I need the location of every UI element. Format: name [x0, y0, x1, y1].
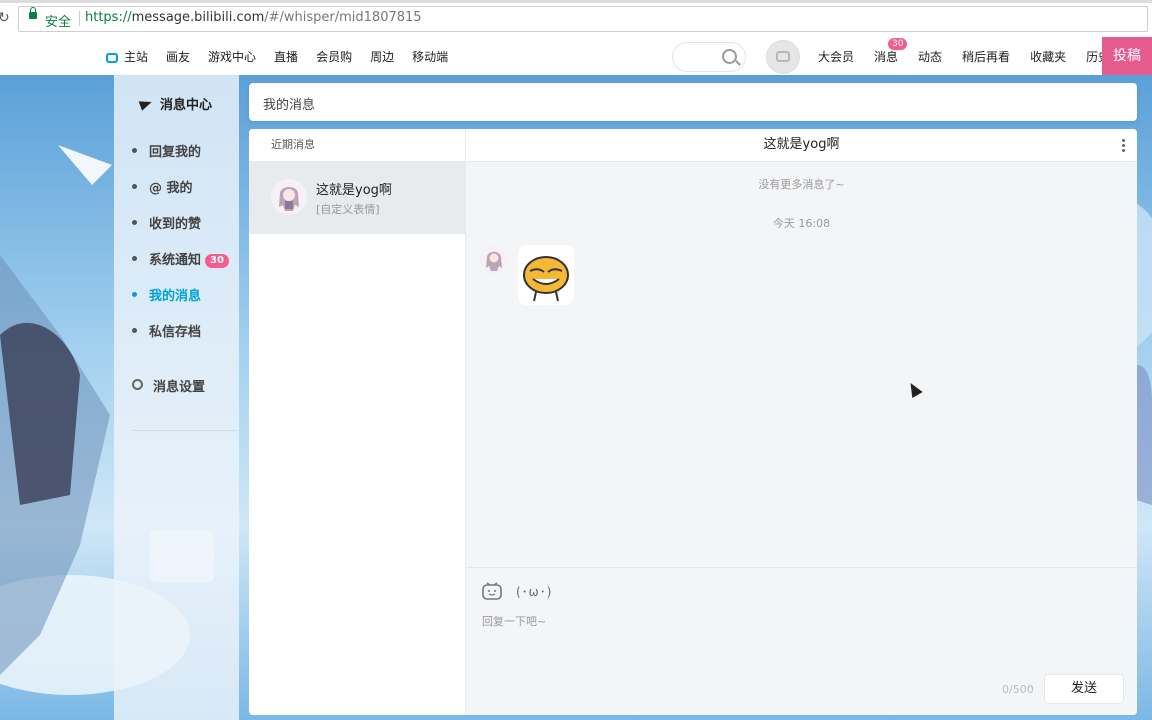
bullet-icon: [132, 328, 137, 333]
sidebar-item-likes[interactable]: 收到的赞: [132, 213, 201, 232]
emoji-icon[interactable]: [482, 582, 502, 600]
url-box[interactable]: 安全 https://message.bilibili.com/#/whispe…: [18, 6, 1148, 32]
sidebar-item-label: 系统通知: [149, 253, 202, 268]
nav-item-live[interactable]: 直播: [274, 48, 298, 65]
search-icon[interactable]: [722, 49, 737, 64]
no-more-messages: 没有更多消息了~: [758, 178, 845, 191]
anime-avatar-icon: [271, 179, 307, 215]
sidebar-title-label: 消息中心: [160, 98, 213, 113]
reload-icon[interactable]: ↻: [0, 10, 10, 26]
bullet-icon: [132, 220, 137, 225]
conversation-list-header: 近期消息: [249, 129, 465, 162]
nav-item-favorites[interactable]: 收藏夹: [1030, 48, 1066, 65]
page-title: 我的消息: [263, 98, 316, 113]
address-divider: [79, 11, 80, 26]
nav-item-dynamics[interactable]: 动态: [918, 48, 942, 65]
nav-item-main-label: 主站: [124, 49, 149, 64]
nav-item-merch[interactable]: 周边: [370, 48, 394, 65]
page-header: 我的消息: [249, 83, 1137, 121]
bullet-icon: [132, 292, 137, 297]
nav-item-watch-later[interactable]: 稍后再看: [962, 48, 1010, 65]
nav-item-mall[interactable]: 会员购: [316, 48, 352, 65]
sidebar-item-my-messages[interactable]: 我的消息: [132, 285, 201, 304]
conversation-preview: [自定义表情]: [316, 203, 380, 216]
top-nav-left: 主站 画友 游戏中心 直播 会员购 周边 移动端: [106, 37, 466, 75]
conversation-avatar: [271, 179, 307, 215]
url-text[interactable]: https://message.bilibili.com/#/whisper/m…: [85, 10, 422, 25]
chat-title: 这就是yog啊: [763, 137, 840, 152]
bullet-icon: [132, 184, 137, 189]
sidebar-item-archive[interactable]: 私信存档: [132, 321, 201, 340]
sidebar-item-settings[interactable]: 消息设置: [132, 376, 205, 395]
message-count-badge: 30: [888, 38, 908, 50]
conversation-item[interactable]: 这就是yog啊 [自定义表情]: [249, 162, 465, 234]
bullet-icon: [132, 256, 137, 261]
url-host: message.bilibili.com: [131, 10, 265, 25]
bilibili-tv-icon: [106, 52, 118, 63]
char-counter: 0/500: [1002, 683, 1034, 696]
sidebar-item-label: 私信存档: [149, 325, 202, 340]
url-protocol: https://: [85, 10, 132, 25]
message-center-sidebar: 消息中心 回复我的 @ 我的 收到的赞 系统通知 30 我的消息 私信存档 消息设…: [114, 75, 239, 720]
reply-area: (･ω･) 回复一下吧~ 0/500 发送: [466, 567, 1137, 715]
nav-item-mobile[interactable]: 移动端: [412, 48, 448, 65]
sidebar-item-label: 收到的赞: [149, 217, 202, 232]
nav-item-vip[interactable]: 大会员: [818, 48, 854, 65]
nav-item-game-center[interactable]: 游戏中心: [208, 48, 256, 65]
search-input[interactable]: [672, 42, 746, 72]
sidebar-item-replies[interactable]: 回复我的: [132, 141, 201, 160]
kaomoji-button[interactable]: (･ω･): [516, 583, 552, 600]
top-nav: 主站 画友 游戏中心 直播 会员购 周边 移动端 大会员 消息 动态 稍后再看 …: [0, 37, 1152, 79]
send-button[interactable]: 发送: [1044, 674, 1124, 704]
sidebar-item-mentions[interactable]: @ 我的: [132, 177, 193, 196]
bullet-icon: [132, 148, 137, 153]
chat-header: 这就是yog啊: [466, 129, 1137, 162]
smiley-sticker-icon: [523, 256, 569, 302]
chat-window: 这就是yog啊 没有更多消息了~ 今天 16:08 (･ω･) 回复一下吧~ 0…: [466, 129, 1137, 715]
conversation-name: 这就是yog啊: [316, 183, 392, 198]
custom-sticker-message[interactable]: [518, 245, 574, 305]
sidebar-item-label: 回复我的: [149, 145, 202, 160]
lock-icon: [29, 7, 37, 19]
sidebar-divider: [132, 430, 237, 431]
anime-avatar-icon: [480, 246, 508, 274]
paper-plane-icon: [138, 97, 154, 111]
browser-address-bar: ↻ 安全 https://message.bilibili.com/#/whis…: [0, 0, 1152, 38]
url-path: /#/whisper/mid1807815: [264, 10, 422, 25]
sidebar-item-system-notices[interactable]: 系统通知 30: [132, 249, 229, 268]
user-avatar[interactable]: [766, 40, 800, 74]
message-timestamp: 今天 16:08: [772, 217, 831, 230]
gear-icon: [132, 379, 143, 390]
reply-input[interactable]: 回复一下吧~: [482, 613, 546, 629]
sidebar-title: 消息中心: [138, 94, 213, 113]
sidebar-item-label: 我的消息: [149, 289, 202, 304]
browser-tab-strip: [0, 0, 1152, 3]
nav-item-main[interactable]: 主站: [106, 48, 148, 65]
messages-panel: 近期消息 这就是yog啊 [自定义表情] 这就是yog啊 没有更多消息了~ 今天…: [249, 129, 1137, 715]
upload-button[interactable]: 投稿: [1102, 37, 1152, 79]
sidebar-item-label: @ 我的: [149, 181, 193, 196]
conversation-list: 近期消息 这就是yog啊 [自定义表情]: [249, 129, 466, 715]
system-notice-badge: 30: [205, 254, 229, 268]
nav-item-huayou[interactable]: 画友: [166, 48, 190, 65]
secure-label: 安全: [45, 15, 72, 30]
more-options-icon[interactable]: [1122, 139, 1125, 152]
top-nav-right: 大会员 消息 动态 稍后再看 收藏夹 历史: [818, 37, 1130, 75]
nav-item-messages[interactable]: 消息: [874, 48, 898, 65]
sender-avatar[interactable]: [480, 246, 508, 274]
sidebar-settings-label: 消息设置: [153, 380, 206, 395]
